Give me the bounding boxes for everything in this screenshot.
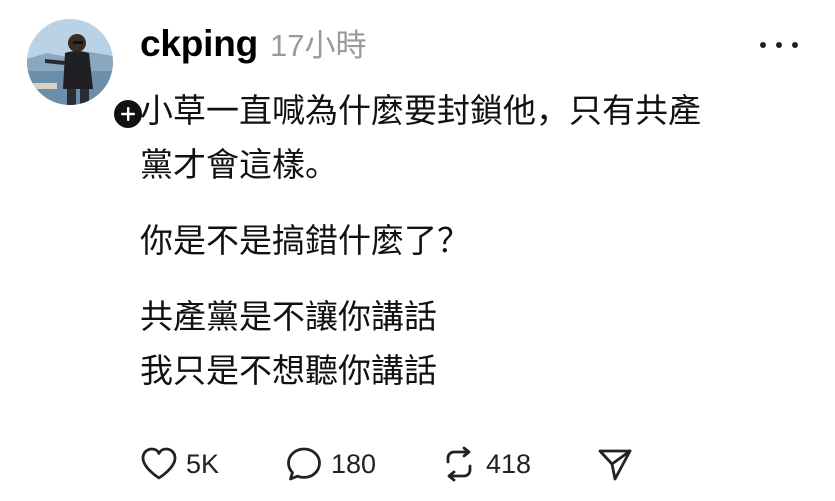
like-count: 5K (186, 448, 220, 479)
post-body: 小草一直喊為什麼要封鎖他，只有共產 黨才會這樣。 你是不是搞錯什麼了？ 共產黨是… (140, 84, 810, 398)
heart-icon (141, 447, 177, 480)
comment-bubble-icon (287, 447, 321, 481)
repost-button[interactable]: 418 (440, 446, 531, 482)
username[interactable]: ckping (140, 23, 258, 65)
avatar[interactable] (27, 19, 113, 105)
more-dots-icon (792, 42, 798, 48)
like-button[interactable]: 5K (140, 446, 219, 482)
share-button[interactable] (596, 446, 634, 482)
send-icon (598, 449, 632, 481)
plus-icon (121, 107, 135, 121)
repost-arrows-icon (446, 446, 472, 482)
timestamp: 17小時 (270, 28, 367, 63)
post-paragraph: 你是不是搞錯什麼了？ (140, 221, 470, 260)
more-dots-icon (760, 42, 766, 48)
more-dots-icon (776, 42, 782, 48)
reply-button[interactable]: 180 (285, 446, 376, 482)
reply-count: 180 (331, 448, 377, 479)
avatar-container[interactable] (27, 19, 145, 131)
repost-count: 418 (486, 448, 532, 479)
post-header: ckping 17小時 (140, 20, 367, 70)
more-options-button[interactable] (760, 38, 798, 52)
post-paragraph: 共產黨是不讓你講話 我只是不想聽你講話 (140, 297, 437, 390)
post-paragraph: 小草一直喊為什麼要封鎖他，只有共產 黨才會這樣。 (140, 91, 701, 184)
